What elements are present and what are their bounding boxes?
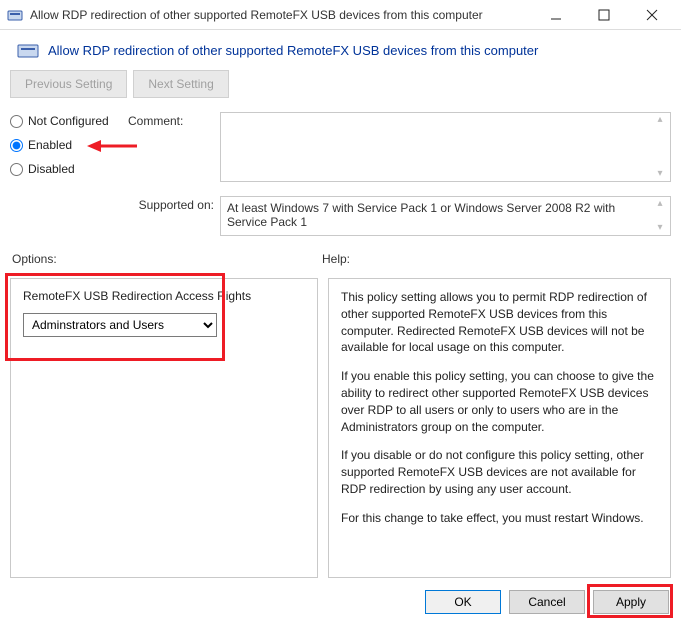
previous-setting-button[interactable]: Previous Setting xyxy=(10,70,127,98)
help-panel: This policy setting allows you to permit… xyxy=(328,278,671,578)
help-text: If you disable or do not configure this … xyxy=(341,447,658,497)
help-heading: Help: xyxy=(322,252,350,266)
supported-on-value: At least Windows 7 with Service Pack 1 o… xyxy=(227,201,615,229)
radio-not-configured-label: Not Configured xyxy=(28,114,109,128)
toolbar: Previous Setting Next Setting xyxy=(0,66,681,108)
scrollbar[interactable]: ▴▾ xyxy=(652,115,668,179)
radio-enabled-input[interactable] xyxy=(10,139,23,152)
radio-disabled[interactable]: Disabled xyxy=(10,162,128,176)
chevron-up-icon: ▴ xyxy=(652,199,668,209)
window-title: Allow RDP redirection of other supported… xyxy=(30,8,531,22)
options-heading: Options: xyxy=(12,252,322,266)
policy-title: Allow RDP redirection of other supported… xyxy=(48,43,538,58)
chevron-down-icon: ▾ xyxy=(652,223,668,233)
next-setting-button[interactable]: Next Setting xyxy=(133,70,228,98)
chevron-down-icon: ▾ xyxy=(652,169,668,179)
radio-not-configured-input[interactable] xyxy=(10,115,23,128)
radio-disabled-label: Disabled xyxy=(28,162,75,176)
comment-textarea[interactable]: ▴▾ xyxy=(220,112,671,182)
options-panel: RemoteFX USB Redirection Access Rights A… xyxy=(10,278,318,578)
scrollbar[interactable]: ▴▾ xyxy=(652,199,668,233)
comment-label: Comment: xyxy=(128,112,220,128)
radio-enabled-label: Enabled xyxy=(28,138,72,152)
cancel-button[interactable]: Cancel xyxy=(509,590,585,614)
state-radio-group: Not Configured Enabled Disabled xyxy=(10,112,128,186)
minimize-button[interactable] xyxy=(533,1,579,29)
help-text: This policy setting allows you to permit… xyxy=(341,289,658,356)
options-title: RemoteFX USB Redirection Access Rights xyxy=(23,289,305,303)
supported-on-box: At least Windows 7 with Service Pack 1 o… xyxy=(220,196,671,236)
access-rights-select[interactable]: Adminstrators and Users xyxy=(23,313,217,337)
titlebar: Allow RDP redirection of other supported… xyxy=(0,0,681,30)
apply-button[interactable]: Apply xyxy=(593,590,669,614)
radio-enabled[interactable]: Enabled xyxy=(10,138,128,152)
radio-disabled-input[interactable] xyxy=(10,163,23,176)
policy-icon xyxy=(16,40,40,60)
footer: OK Cancel Apply xyxy=(0,582,681,624)
maximize-button[interactable] xyxy=(581,1,627,29)
help-text: For this change to take effect, you must… xyxy=(341,510,658,527)
radio-not-configured[interactable]: Not Configured xyxy=(10,114,128,128)
supported-on-label: Supported on: xyxy=(128,196,220,236)
close-button[interactable] xyxy=(629,1,675,29)
policy-icon xyxy=(6,6,24,24)
policy-header: Allow RDP redirection of other supported… xyxy=(0,30,681,66)
chevron-up-icon: ▴ xyxy=(652,115,668,125)
ok-button[interactable]: OK xyxy=(425,590,501,614)
help-text: If you enable this policy setting, you c… xyxy=(341,368,658,435)
